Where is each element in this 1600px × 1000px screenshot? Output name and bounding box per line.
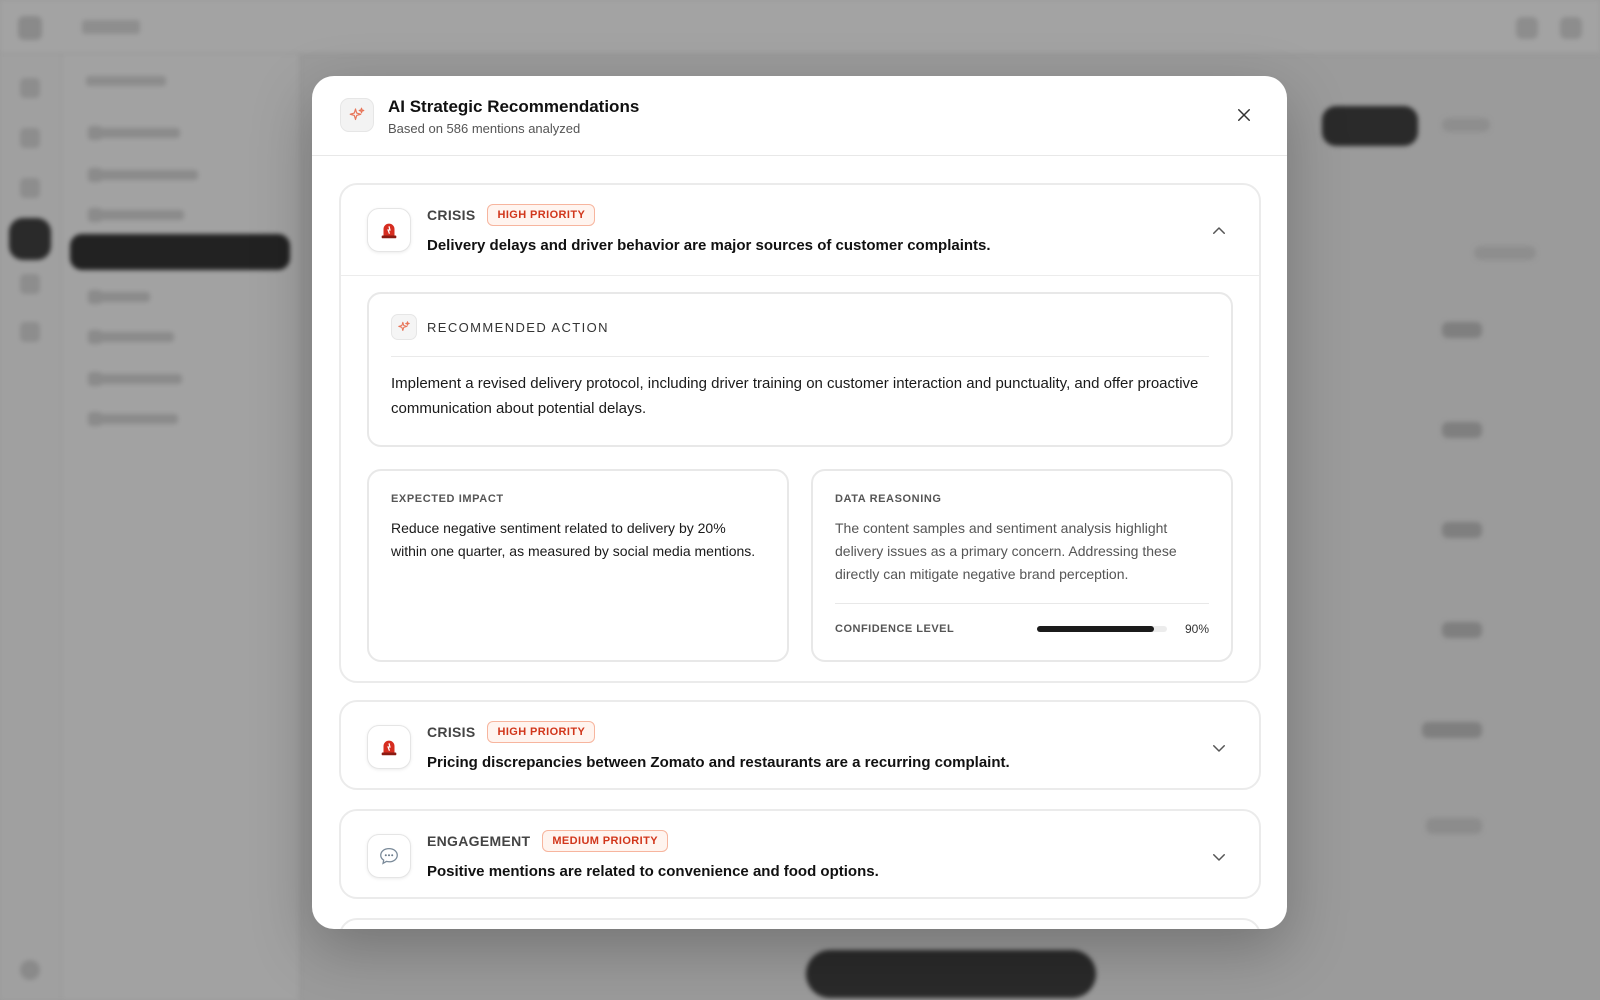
sparkle-icon xyxy=(340,98,374,132)
rail-icon-search[interactable] xyxy=(20,128,40,148)
primary-action-button[interactable] xyxy=(1322,106,1418,146)
sidebar-item[interactable] xyxy=(88,126,180,140)
expected-impact-card: EXPECTED IMPACT Reduce negative sentimen… xyxy=(367,469,789,662)
sidebar-item-active[interactable] xyxy=(70,234,290,270)
data-reasoning-text: The content samples and sentiment analys… xyxy=(835,520,1177,582)
row-badge xyxy=(1422,722,1482,738)
priority-badge: HIGH PRIORITY xyxy=(487,204,596,226)
rail-icon-doc[interactable] xyxy=(20,274,40,294)
secondary-action-button[interactable] xyxy=(1442,118,1490,132)
recommendation-card[interactable] xyxy=(339,918,1261,929)
filter-pill[interactable] xyxy=(1474,246,1536,260)
recommended-action-text: Implement a revised delivery protocol, i… xyxy=(391,375,1199,417)
priority-badge: HIGH PRIORITY xyxy=(487,721,596,743)
sidebar-item[interactable] xyxy=(88,412,178,426)
confidence-value: 90% xyxy=(1184,622,1209,636)
row-badge xyxy=(1442,522,1482,538)
data-reasoning-card: DATA REASONING The content samples and s… xyxy=(811,469,1233,662)
recommendation-title: Pricing discrepancies between Zomato and… xyxy=(427,754,1010,771)
sidebar-item[interactable] xyxy=(88,330,174,344)
expand-button[interactable] xyxy=(1209,738,1229,758)
app-title xyxy=(82,20,140,34)
priority-badge: MEDIUM PRIORITY xyxy=(542,830,668,852)
modal-body: CRISIS HIGH PRIORITY Delivery delays and… xyxy=(312,157,1287,929)
modal-subtitle: Based on 586 mentions analyzed xyxy=(388,121,581,136)
speech-bubble-icon xyxy=(367,834,411,878)
expected-impact-text: Reduce negative sentiment related to del… xyxy=(391,520,756,559)
rail-icon-settings[interactable] xyxy=(20,322,40,342)
chevron-down-icon xyxy=(1213,745,1225,752)
sidebar xyxy=(62,54,300,1000)
sparkle-icon xyxy=(391,314,417,340)
notification-icon[interactable] xyxy=(1516,17,1538,39)
bottom-toolbar[interactable] xyxy=(806,950,1096,998)
recommendation-card: ENGAGEMENT MEDIUM PRIORITY Positive ment… xyxy=(339,809,1261,899)
recommendation-details: RECOMMENDED ACTION Implement a revised d… xyxy=(341,275,1259,688)
rail-icon-chart[interactable] xyxy=(20,178,40,198)
alarm-siren-icon xyxy=(367,208,411,252)
recommendations-modal: AI Strategic Recommendations Based on 58… xyxy=(312,76,1287,929)
user-avatar[interactable] xyxy=(20,960,40,980)
app-logo xyxy=(18,16,42,40)
rail-icon-active[interactable] xyxy=(9,218,51,260)
row-badge xyxy=(1442,322,1482,338)
rail-icon-home[interactable] xyxy=(20,78,40,98)
close-button[interactable] xyxy=(1231,102,1257,128)
expected-impact-label: EXPECTED IMPACT xyxy=(391,493,504,505)
alarm-siren-icon xyxy=(367,725,411,769)
recommendation-title: Positive mentions are related to conveni… xyxy=(427,863,879,880)
modal-title: AI Strategic Recommendations xyxy=(388,97,640,116)
confidence-row: CONFIDENCE LEVEL 90% xyxy=(835,603,1209,636)
category-label: ENGAGEMENT xyxy=(427,833,531,849)
category-label: CRISIS xyxy=(427,724,476,740)
sidebar-heading xyxy=(86,76,166,86)
data-reasoning-label: DATA REASONING xyxy=(835,493,942,505)
settings-icon[interactable] xyxy=(1560,17,1582,39)
recommendation-title: Delivery delays and driver behavior are … xyxy=(427,237,991,254)
recommended-action-label: RECOMMENDED ACTION xyxy=(427,319,609,335)
top-bar xyxy=(0,0,1600,54)
close-icon xyxy=(1238,109,1250,121)
row-badge xyxy=(1442,422,1482,438)
row-badge xyxy=(1426,818,1482,834)
sidebar-item[interactable] xyxy=(88,208,184,222)
recommendation-card: CRISIS HIGH PRIORITY Pricing discrepanci… xyxy=(339,700,1261,790)
sidebar-item[interactable] xyxy=(88,372,182,386)
chevron-down-icon xyxy=(1213,854,1225,861)
modal-header: AI Strategic Recommendations Based on 58… xyxy=(312,76,1287,156)
icon-rail xyxy=(0,54,62,1000)
recommendation-card-header[interactable]: CRISIS HIGH PRIORITY Delivery delays and… xyxy=(341,185,1259,275)
expand-button[interactable] xyxy=(1209,847,1229,867)
category-label: CRISIS xyxy=(427,207,476,223)
chevron-up-icon xyxy=(1213,227,1225,234)
recommendation-card: CRISIS HIGH PRIORITY Delivery delays and… xyxy=(339,183,1261,683)
sidebar-item[interactable] xyxy=(88,290,150,304)
confidence-bar xyxy=(1036,626,1167,632)
recommended-action-box: RECOMMENDED ACTION Implement a revised d… xyxy=(367,292,1233,447)
row-badge xyxy=(1442,622,1482,638)
collapse-button[interactable] xyxy=(1209,221,1229,241)
recommendation-card-header[interactable]: CRISIS HIGH PRIORITY Pricing discrepanci… xyxy=(341,702,1259,792)
confidence-bar-fill xyxy=(1036,626,1154,632)
recommendation-card-header[interactable]: ENGAGEMENT MEDIUM PRIORITY Positive ment… xyxy=(341,811,1259,901)
confidence-label: CONFIDENCE LEVEL xyxy=(835,623,955,635)
sidebar-item[interactable] xyxy=(88,168,198,182)
